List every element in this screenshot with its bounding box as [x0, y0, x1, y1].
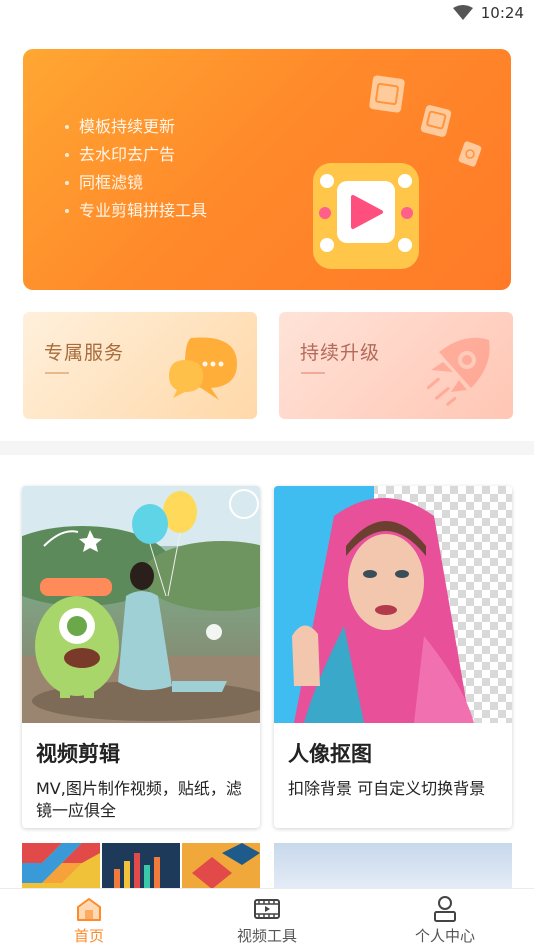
feature-title: 持续升级 [300, 342, 381, 364]
status-time: 10:24 [480, 4, 524, 22]
video-editing-card[interactable]: 视频剪辑 MV,图片制作视频，贴纸，滤镜一应俱全 [22, 486, 260, 828]
home-icon [77, 898, 101, 921]
hero-bullet: 去水印去广告 [65, 141, 207, 169]
nav-video-tools[interactable]: 视频工具 [178, 889, 356, 949]
chat-bubble-icon [169, 337, 237, 400]
template-card-peek[interactable] [274, 843, 512, 889]
section-divider [0, 441, 534, 455]
tool-description: 扣除背景 可自定义切换背景 [288, 779, 486, 798]
portrait-cutout-image [274, 486, 512, 723]
status-bar: 10:24 [0, 0, 534, 30]
video-tools-icon [254, 899, 280, 919]
hero-bullet: 同框滤镜 [65, 169, 207, 197]
hero-feature-list: 模板持续更新 去水印去广告 同框滤镜 专业剪辑拼接工具 [65, 113, 207, 225]
nav-label: 个人中心 [414, 927, 475, 945]
hero-bullet: 模板持续更新 [65, 113, 207, 141]
continuous-upgrade-card[interactable]: 持续升级 [279, 312, 513, 419]
rocket-icon [426, 337, 490, 406]
tool-description: MV,图片制作视频，贴纸，滤镜一应俱全 [36, 779, 242, 820]
exclusive-service-card[interactable]: 专属服务 [23, 312, 257, 419]
feature-underline [45, 372, 69, 374]
feature-title: 专属服务 [44, 342, 125, 364]
wifi-icon [452, 5, 473, 20]
profile-icon [434, 896, 456, 922]
nav-profile[interactable]: 个人中心 [356, 889, 534, 949]
video-editing-image [22, 486, 260, 723]
template-card-peek[interactable] [22, 843, 260, 889]
hero-banner[interactable]: 模板持续更新 去水印去广告 同框滤镜 专业剪辑拼接工具 [23, 49, 511, 290]
nav-home[interactable]: 首页 [0, 889, 178, 949]
nav-label: 首页 [73, 927, 104, 945]
bottom-navigation: 首页 视频工具 个人中心 [0, 888, 534, 949]
portrait-cutout-card[interactable]: 人像抠图 扣除背景 可自定义切换背景 [274, 486, 512, 828]
video-film-icon [313, 75, 482, 269]
tool-title: 视频剪辑 [36, 742, 120, 766]
nav-label: 视频工具 [236, 927, 297, 945]
hero-bullet: 专业剪辑拼接工具 [65, 197, 207, 225]
feature-underline [301, 372, 325, 374]
tool-title: 人像抠图 [288, 742, 372, 766]
